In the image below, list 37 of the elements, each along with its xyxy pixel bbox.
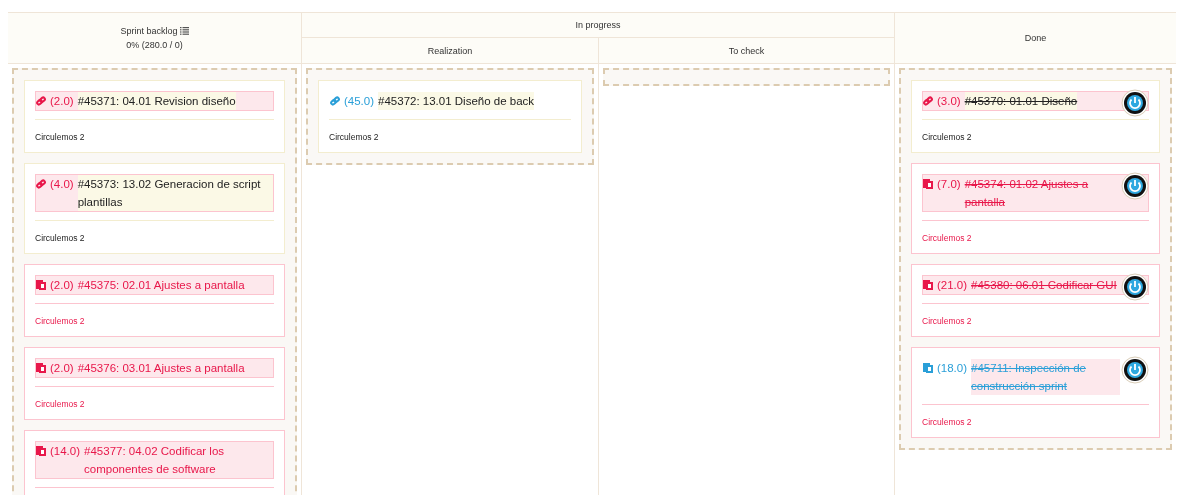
project-name: Circulemos 2 [35,233,85,243]
column-title: In progress [575,20,621,30]
task-title[interactable]: #45373: 13.02 Generacion de script plantillas [77,175,273,211]
project-name: Circulemos 2 [35,316,85,326]
column-title: Realization [427,45,473,56]
column-title: Done [1024,33,1047,43]
task-card[interactable]: (2.0) #45376: 03.01 Ajustes a pantalla Circulemos 2 [24,347,285,420]
power-icon[interactable] [1121,172,1149,200]
project-name: Circulemos 2 [35,132,85,142]
project-name: Circulemos 2 [329,132,379,142]
column-title: To check [728,45,765,56]
task-card[interactable]: (3.0) #45370: 01.01 Diseño Circulemos 2 [911,80,1160,153]
project-name: Circulemos 2 [922,316,972,326]
task-card[interactable]: (18.0) #45711: Inspección de construcción sprint Circulemos 2 [911,347,1160,438]
task-title[interactable]: #45371: 04.01 Revision diseño [77,92,236,110]
list-icon[interactable] [179,27,189,35]
power-icon[interactable] [1121,89,1149,117]
task-title[interactable]: #45372: 13.01 Diseño de back [378,92,535,110]
project-name: Circulemos 2 [922,132,972,142]
task-title[interactable]: #45711: Inspección de construcción sprint [971,359,1120,395]
story-points: (45.0) [344,94,375,109]
column-summary: 0% (280.0 / 0) [126,40,183,50]
power-icon[interactable] [1121,356,1149,384]
column-title: Sprint backlog [120,26,189,36]
task-card[interactable]: (21.0) #45380: 06.01 Codificar GUI Circulemos 2 [911,264,1160,337]
task-card[interactable]: (2.0) #45375: 02.01 Ajustes a pantalla Circulemos 2 [24,264,285,337]
task-card[interactable]: (7.0) #45374: 01.02 Ajustes a pantalla Circulemos 2 [911,163,1160,254]
project-name: Circulemos 2 [922,417,972,427]
project-name: Circulemos 2 [922,233,972,243]
task-card[interactable]: (14.0) #45377: 04.02 Codificar los componentes de software [24,430,285,495]
project-name: Circulemos 2 [35,399,85,409]
task-card[interactable]: (2.0) #45371: 04.01 Revision diseño Circulemos 2 [24,80,285,153]
task-card[interactable]: (45.0) #45372: 13.01 Diseño de back Circulemos 2 [318,80,582,153]
story-points: (18.0) [937,361,968,376]
task-title[interactable]: #45370: 01.01 Diseño [964,92,1078,110]
power-icon[interactable] [1121,273,1149,301]
task-card[interactable]: (4.0) #45373: 13.02 Generacion de script plantillas Circulemos 2 [24,163,285,254]
